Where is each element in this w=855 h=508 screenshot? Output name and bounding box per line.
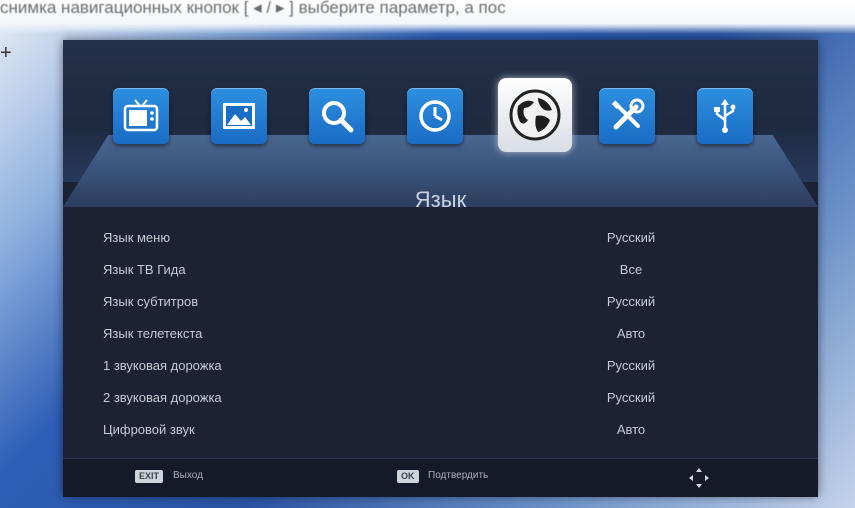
setting-label: Язык ТВ Гида	[103, 262, 186, 277]
setting-value: Авто	[616, 326, 646, 341]
clock-icon	[419, 100, 451, 132]
ok-hint: Подтвердить	[428, 470, 489, 481]
menu-search-button[interactable]	[309, 88, 365, 144]
menu-media-button[interactable]	[211, 88, 267, 144]
main-menu-icons	[113, 78, 793, 158]
setting-label: 1 звуковая дорожка	[103, 358, 222, 373]
setting-value: Русский	[606, 390, 656, 405]
setting-label: Язык телетекста	[103, 326, 203, 341]
setting-label: 2 звуковая дорожка	[103, 390, 222, 405]
setting-row-menu-language[interactable]: Язык меню Русский	[101, 222, 801, 254]
search-icon	[322, 101, 354, 133]
setting-value: Русский	[606, 358, 656, 373]
language-settings-list: Язык меню Русский Язык ТВ Гида Все Язык …	[101, 222, 801, 446]
tools-icon	[611, 98, 645, 130]
menu-time-button[interactable]	[407, 88, 463, 144]
ok-key-badge: OK	[397, 470, 419, 483]
setting-row-teletext-language[interactable]: Язык телетекста Авто	[101, 318, 801, 350]
tv-icon	[123, 99, 159, 132]
setting-label: Цифровой звук	[103, 422, 195, 437]
menu-usb-button[interactable]	[697, 88, 753, 144]
setting-row-audio-track-1[interactable]: 1 звуковая дорожка Русский	[101, 350, 801, 382]
exit-hint: Выход	[173, 470, 203, 481]
plus-mark: +	[0, 42, 12, 64]
globe-icon	[509, 89, 561, 141]
footer-hint-bar: EXIT Выход OK Подтвердить	[63, 458, 818, 497]
setting-row-digital-audio[interactable]: Цифровой звук Авто	[101, 414, 801, 446]
page-title: Язык	[414, 187, 467, 212]
setting-value: Русский	[606, 294, 656, 309]
setting-label: Язык субтитров	[103, 294, 199, 309]
setting-value: Все	[619, 262, 643, 277]
setting-row-audio-track-2[interactable]: 2 звуковая дорожка Русский	[101, 382, 801, 414]
setting-value: Русский	[606, 230, 656, 245]
setting-label: Язык меню	[103, 230, 171, 245]
menu-tv-button[interactable]	[113, 88, 169, 144]
setting-row-epg-language[interactable]: Язык ТВ Гида Все	[101, 254, 801, 286]
top-caption: снимка навигационных кнопок [ ◂ / ▸ ] вы…	[0, 0, 506, 17]
image-icon	[223, 103, 255, 129]
settings-screen: Язык Язык меню Русский Язык ТВ Гида Все …	[63, 40, 818, 497]
setting-row-subtitle-language[interactable]: Язык субтитров Русский	[101, 286, 801, 318]
exit-key-badge: EXIT	[135, 470, 164, 483]
setting-value: Авто	[616, 422, 646, 437]
usb-icon	[714, 99, 736, 133]
menu-settings-button[interactable]	[599, 88, 655, 144]
top-caption-strip: снимка навигационных кнопок [ ◂ / ▸ ] вы…	[0, 0, 855, 34]
navigation-arrows-icon	[689, 468, 709, 488]
menu-language-button[interactable]	[498, 78, 572, 152]
